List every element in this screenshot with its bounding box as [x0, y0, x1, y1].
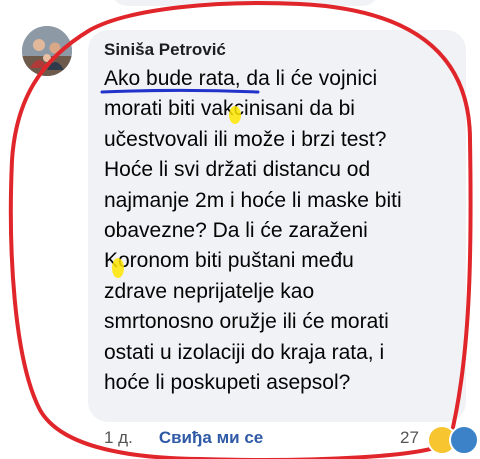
comment-line: učestvovali ili može i brzi test? — [104, 127, 387, 151]
comment-line: ostati u izolaciji do kraja rata, i — [104, 340, 385, 364]
previous-comment-edge — [110, 0, 380, 6]
comment-line: Ako bude rata, da li će vojnici — [104, 67, 378, 90]
comment-line: smrtonosno oružje ili će morati — [104, 310, 389, 334]
comment-line: Hoće li svi držati distancu od — [104, 158, 371, 182]
comment-footer: 1 д. Свиђа ми се — [104, 428, 263, 448]
comment-line: zdrave neprijatelje kao — [104, 279, 315, 303]
wow-emoji-icon — [449, 425, 479, 455]
comment-line: Koronom biti puštani među — [104, 249, 354, 273]
reaction-count[interactable]: 27 — [400, 428, 419, 448]
comment-line: najmanje 2m i hoće li maske biti — [104, 188, 402, 212]
comment-line: hoće li poskupeti asepsol? — [104, 371, 351, 395]
comment-time[interactable]: 1 д. — [104, 428, 133, 448]
like-button[interactable]: Свиђа ми се — [159, 428, 263, 448]
avatar[interactable] — [22, 26, 72, 76]
comment-line: obavezne? Da li će zaraženi — [104, 219, 368, 243]
comment-line: morati biti vakcinisani da bi — [104, 97, 355, 121]
comment-text: Ako bude rata, da li će vojnici morati b… — [104, 64, 464, 398]
comment-author[interactable]: Siniša Petrović — [104, 40, 226, 60]
